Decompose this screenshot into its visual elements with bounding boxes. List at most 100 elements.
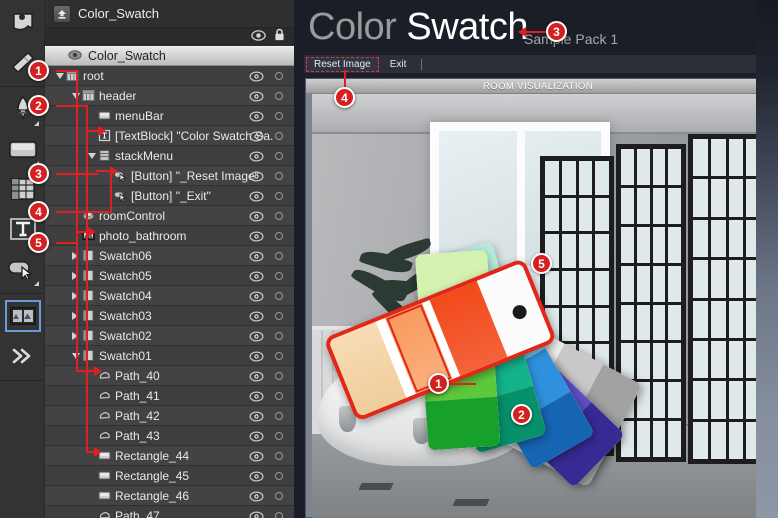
lock-toggle[interactable] [275,212,283,220]
tree-row[interactable]: [Button] "_Exit" [45,186,294,206]
grid-icon [82,89,95,102]
tree-row[interactable]: root [45,66,294,86]
lock-toggle[interactable] [275,72,283,80]
button-tool[interactable] [0,249,45,289]
eye-icon[interactable] [249,89,264,107]
lock-toggle[interactable] [275,252,283,260]
export-up-icon[interactable] [53,4,71,23]
eye-icon[interactable] [249,349,264,367]
lock-toggle[interactable] [275,232,283,240]
tree-row-label: [Button] "_Exit" [131,188,211,203]
lock-toggle[interactable] [275,152,283,160]
lock-toggle[interactable] [275,112,283,120]
eye-icon[interactable] [249,229,264,247]
lock-toggle[interactable] [275,192,283,200]
eye-icon[interactable] [249,149,264,167]
exit-button[interactable]: Exit [383,58,414,71]
eye-icon[interactable] [249,209,264,227]
lock-toggle[interactable] [275,512,283,518]
eye-icon[interactable] [249,389,264,407]
room-photo[interactable] [312,94,764,518]
lock-toggle[interactable] [275,372,283,380]
lock-toggle[interactable] [275,492,283,500]
lock-toggle[interactable] [275,352,283,360]
tree-row[interactable]: Path_40 [45,366,294,386]
image-tool[interactable] [0,296,45,336]
tree-row[interactable]: Path_41 [45,386,294,406]
eye-icon[interactable] [249,109,264,127]
tree-row[interactable]: Swatch04 [45,286,294,306]
tree-row[interactable]: Swatch02 [45,326,294,346]
tree-column-headers [45,28,294,46]
eye-icon[interactable] [249,469,264,487]
more-tools-button[interactable] [0,336,45,376]
reset-image-button[interactable]: Reset Image [306,56,379,72]
tree-row[interactable]: stackMenu [45,146,294,166]
eye-icon[interactable] [249,309,264,327]
rectangle-icon [98,489,111,502]
chevron-down-icon[interactable] [51,51,62,62]
app-title-part1: Color [308,6,407,48]
lock-toggle[interactable] [275,452,283,460]
tree-row[interactable]: Swatch05 [45,266,294,286]
tree-row[interactable]: Path_43 [45,426,294,446]
eye-icon[interactable] [249,329,264,347]
lock-toggle[interactable] [275,392,283,400]
tree-row[interactable]: roomControl [45,206,294,226]
rectangle-icon [98,109,111,122]
tree-row[interactable]: Path_47 [45,506,294,518]
badge-5-tree: 5 [28,232,49,253]
tree-row[interactable]: menuBar [45,106,294,126]
lock-toggle[interactable] [275,432,283,440]
lock-toggle[interactable] [275,292,283,300]
tree-row[interactable]: Rectangle_45 [45,466,294,486]
eye-icon[interactable] [249,489,264,507]
lock-toggle[interactable] [275,332,283,340]
tree-row[interactable]: Rectangle_44 [45,446,294,466]
lock-toggle[interactable] [275,312,283,320]
eye-icon[interactable] [68,47,82,65]
eye-icon[interactable] [249,369,264,387]
eye-icon[interactable] [249,69,264,87]
lock-toggle[interactable] [275,412,283,420]
badge-5-photo: 5 [531,253,552,274]
lock-toggle[interactable] [275,132,283,140]
eye-icon[interactable] [249,429,264,447]
tool-expand-corner [34,281,39,286]
lock-toggle[interactable] [275,272,283,280]
eye-icon[interactable] [249,509,264,518]
eye-icon[interactable] [249,169,264,187]
tree-row[interactable]: Swatch03 [45,306,294,326]
tree-row-label: header [99,88,137,103]
tree-row[interactable]: Path_42 [45,406,294,426]
eye-icon[interactable] [249,269,264,287]
eye-icon[interactable] [249,289,264,307]
tree-row[interactable]: Swatch06 [45,246,294,266]
tree-root-selected-row[interactable]: Color_Swatch [45,46,294,66]
eye-icon[interactable] [249,249,264,267]
eye-icon[interactable] [249,409,264,427]
tree-rows: root header menuBar [TextBlock] "Color Swat… [45,66,294,518]
badge-1-tree: 1 [28,60,49,81]
lock-toggle[interactable] [275,92,283,100]
tree-row[interactable]: [Button] "_Reset Image" [45,166,294,186]
lock-toggle[interactable] [275,172,283,180]
eye-icon[interactable] [249,449,264,467]
eye-icon[interactable] [249,129,264,147]
tree-row[interactable]: header [45,86,294,106]
app-title-part2: Swatch [406,6,528,48]
eye-icon[interactable] [249,189,264,207]
chevron-down-icon[interactable] [87,150,98,161]
select-tool[interactable] [0,2,45,42]
tree-row[interactable]: [TextBlock] "Color Swatch Sa. [45,126,294,146]
design-tool-window: Color_Swatch Color_Swatch root header me… [0,0,778,518]
tree-row[interactable]: Rectangle_46 [45,486,294,506]
callout-line-2 [56,105,86,107]
tree-row[interactable]: photo_bathroom [45,226,294,246]
badge-4-tree: 4 [28,201,49,222]
lock-toggle[interactable] [275,472,283,480]
tree-row[interactable]: Swatch01 [45,346,294,366]
